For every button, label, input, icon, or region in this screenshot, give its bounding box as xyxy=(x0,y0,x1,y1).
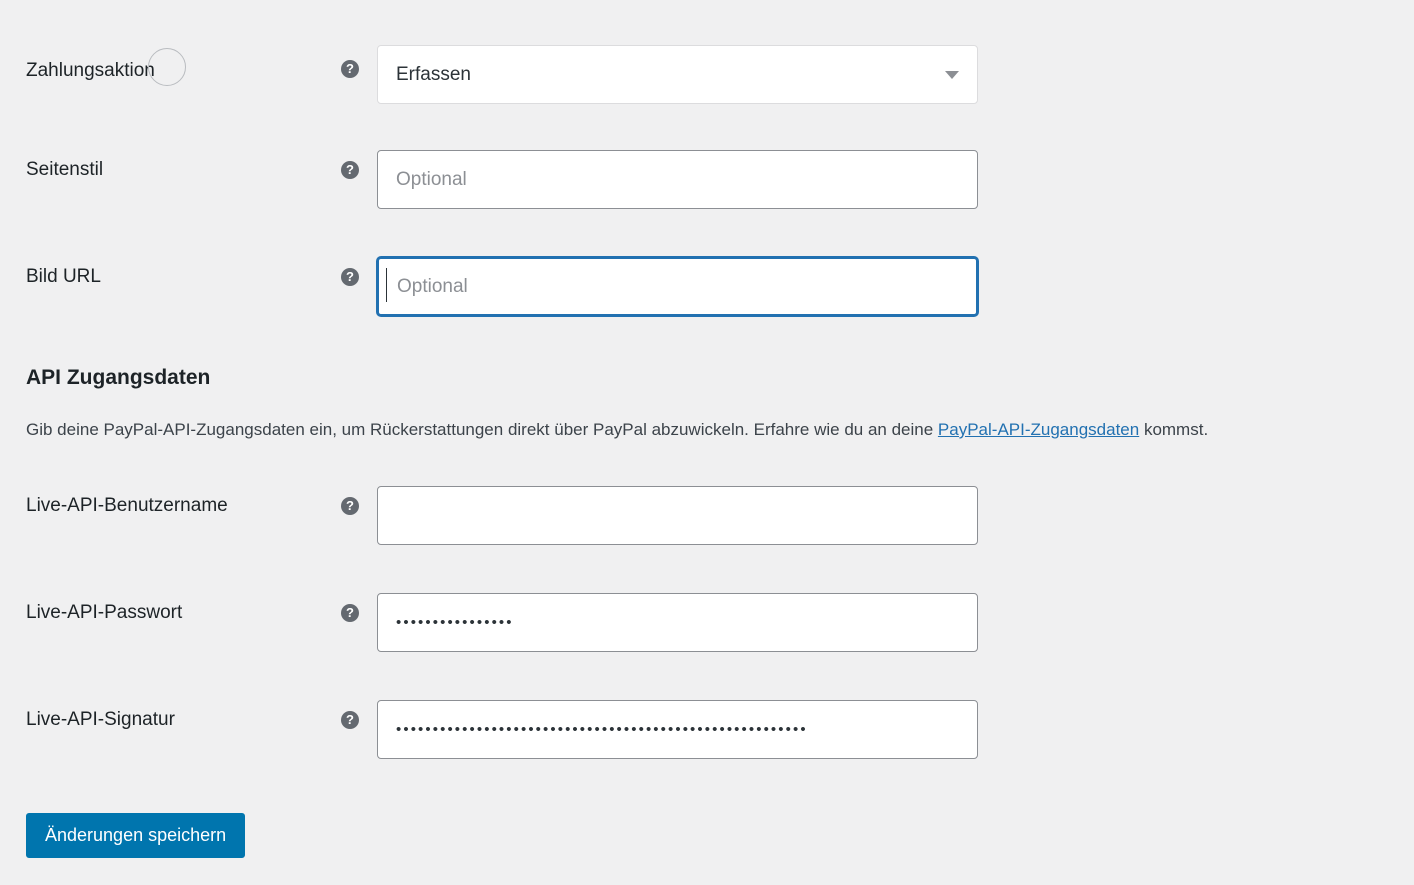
control-zahlungsaktion: Erfassen xyxy=(377,45,978,104)
label-live-api-signatur: Live-API-Signatur xyxy=(26,709,175,730)
section-title-api-zugangsdaten: API Zugangsdaten xyxy=(26,366,211,389)
help-icon-live-api-signatur[interactable]: ? xyxy=(341,711,359,729)
label-live-api-benutzername: Live-API-Benutzername xyxy=(26,495,228,516)
chevron-down-icon xyxy=(945,70,959,79)
save-changes-button[interactable]: Änderungen speichern xyxy=(26,813,246,858)
help-icon-seitenstil[interactable]: ? xyxy=(341,161,359,179)
live-api-benutzername-input[interactable] xyxy=(377,486,978,545)
select-zahlungsaktion-value: Erfassen xyxy=(396,64,471,85)
control-bild-url xyxy=(377,257,978,316)
seitenstil-input[interactable] xyxy=(377,150,978,209)
label-bild-url: Bild URL xyxy=(26,266,101,287)
section-description-before: Gib deine PayPal-API-Zugangsdaten ein, u… xyxy=(26,420,938,439)
live-api-signatur-input[interactable]: ••••••••••••••••••••••••••••••••••••••••… xyxy=(377,700,978,759)
select-zahlungsaktion[interactable]: Erfassen xyxy=(377,45,978,104)
section-description: Gib deine PayPal-API-Zugangsdaten ein, u… xyxy=(26,418,1208,442)
text-caret xyxy=(386,268,387,302)
paypal-api-credentials-link[interactable]: PayPal-API-Zugangsdaten xyxy=(938,420,1139,439)
bild-url-input[interactable] xyxy=(377,257,978,316)
section-description-after: kommst. xyxy=(1139,420,1209,439)
settings-page: Zahlungsaktion ? Erfassen Seitenstil ? B… xyxy=(0,0,1414,885)
live-api-passwort-input[interactable]: •••••••••••••••• xyxy=(377,593,978,652)
control-live-api-passwort: •••••••••••••••• xyxy=(377,593,978,652)
help-icon-live-api-benutzername[interactable]: ? xyxy=(341,497,359,515)
control-live-api-benutzername xyxy=(377,486,978,545)
help-icon-bild-url[interactable]: ? xyxy=(341,268,359,286)
control-live-api-signatur: ••••••••••••••••••••••••••••••••••••••••… xyxy=(377,700,978,759)
label-seitenstil: Seitenstil xyxy=(26,159,104,180)
label-live-api-passwort: Live-API-Passwort xyxy=(26,602,183,623)
help-icon-live-api-passwort[interactable]: ? xyxy=(341,604,359,622)
label-zahlungsaktion: Zahlungsaktion xyxy=(26,60,155,81)
control-seitenstil xyxy=(377,150,978,209)
help-icon-zahlungsaktion[interactable]: ? xyxy=(341,60,359,78)
